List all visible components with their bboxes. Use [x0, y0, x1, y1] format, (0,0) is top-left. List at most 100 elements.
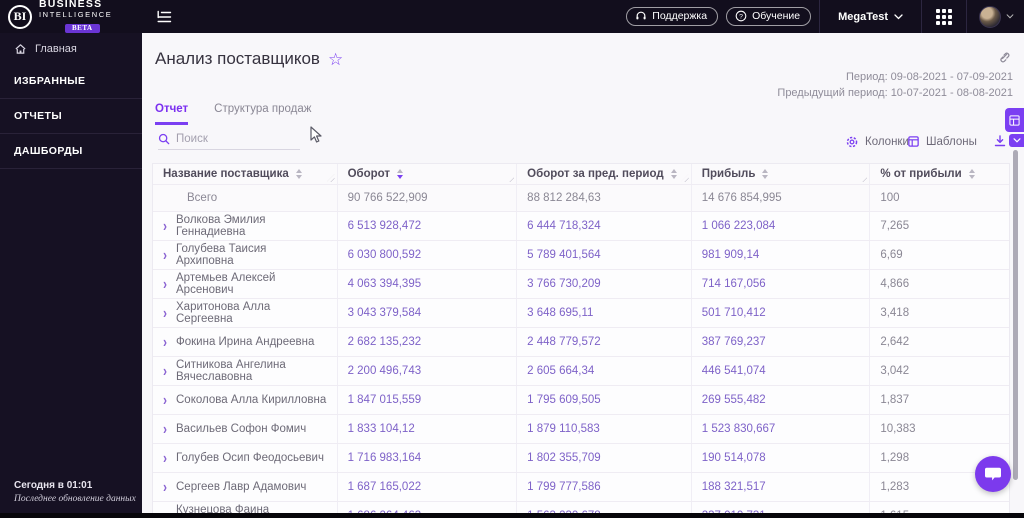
expand-chevron-icon[interactable]: › — [163, 334, 167, 350]
column-resize-handle[interactable] — [506, 174, 515, 182]
prev-turnover-value[interactable]: 5 789 401,564 — [527, 249, 601, 261]
sidebar-toggle-button[interactable] — [154, 7, 174, 27]
prev-turnover-value[interactable]: 1 795 609,505 — [527, 394, 601, 406]
sort-icon[interactable] — [762, 169, 769, 179]
vertical-scrollbar[interactable] — [1013, 150, 1018, 480]
table-row[interactable]: › Голубева Таисия Архиповна 6 030 800,59… — [153, 241, 1009, 270]
expand-chevron-icon[interactable]: › — [163, 479, 167, 495]
profit-value[interactable]: 269 555,482 — [702, 394, 766, 406]
expand-chevron-icon[interactable]: › — [163, 363, 167, 379]
profit-value[interactable]: 190 514,078 — [702, 452, 766, 464]
expand-chevron-icon[interactable]: › — [163, 305, 167, 321]
turnover-value[interactable]: 6 513 928,472 — [348, 220, 422, 232]
turnover-value[interactable]: 2 200 496,743 — [348, 365, 422, 377]
column-resize-handle[interactable] — [680, 174, 689, 182]
table-row[interactable]: › Харитонова Алла Сергеевна 3 043 379,58… — [153, 299, 1009, 328]
profit-pct-value: 6,69 — [880, 249, 903, 261]
prev-turnover-value[interactable]: 3 648 695,11 — [527, 307, 593, 319]
profit-value[interactable]: 714 167,056 — [702, 278, 766, 290]
prev-turnover-value[interactable]: 1 802 355,709 — [527, 452, 601, 464]
profit-value[interactable]: 387 769,237 — [702, 336, 766, 348]
column-header-turnover[interactable]: Оборот — [338, 164, 518, 184]
turnover-value[interactable]: 1 687 165,022 — [348, 481, 422, 493]
sort-icon[interactable] — [968, 169, 975, 179]
prev-turnover-value[interactable]: 3 766 730,209 — [527, 278, 601, 290]
turnover-value[interactable]: 3 043 379,584 — [348, 307, 422, 319]
templates-button[interactable]: Шаблоны — [907, 135, 977, 148]
turnover-value[interactable]: 1 847 015,559 — [348, 394, 422, 406]
expand-chevron-icon[interactable]: › — [163, 392, 167, 408]
sidebar: Главная ИЗБРАННЫЕ ОТЧЕТЫ ДАШБОРДЫ Сегодн… — [0, 33, 142, 518]
sidebar-item-home[interactable]: Главная — [0, 33, 142, 64]
table-row[interactable]: › Сергеев Лавр Адамович 1 687 165,022 1 … — [153, 473, 1009, 502]
turnover-value[interactable]: 1 833 104,12 — [348, 423, 415, 435]
columns-button[interactable]: Колонки — [845, 135, 909, 149]
profit-pct-value: 4,866 — [880, 278, 910, 290]
turnover-value[interactable]: 2 682 135,232 — [348, 336, 422, 348]
table-row[interactable]: › Артемьев Алексей Арсенович 4 063 394,3… — [153, 270, 1009, 299]
column-header-profit-pct[interactable]: % от прибыли — [870, 164, 1009, 184]
table-row[interactable]: › Голубев Осип Феодосьевич 1 716 983,164… — [153, 444, 1009, 473]
expand-chevron-icon[interactable]: › — [163, 421, 167, 437]
share-link-icon[interactable] — [997, 51, 1010, 64]
profit-value[interactable]: 1 066 223,084 — [702, 220, 776, 232]
profit-value[interactable]: 188 321,517 — [702, 481, 766, 493]
sidebar-item-favorites[interactable]: ИЗБРАННЫЕ — [0, 64, 142, 99]
pivot-panel-button[interactable] — [1005, 108, 1024, 132]
workspace-selector[interactable]: MegaTest — [820, 11, 921, 23]
table-toolbar: Колонки Шаблоны — [142, 129, 1024, 161]
prev-turnover-value[interactable]: 1 879 110,583 — [527, 423, 600, 435]
support-button[interactable]: Поддержка — [626, 7, 719, 26]
user-menu[interactable] — [967, 5, 1024, 28]
sort-icon[interactable] — [670, 169, 677, 179]
favorite-star-icon[interactable]: ☆ — [328, 51, 343, 68]
prev-turnover-value[interactable]: 2 448 779,572 — [527, 336, 601, 348]
tab-report[interactable]: Отчет — [155, 103, 189, 125]
sidebar-item-dashboards[interactable]: ДАШБОРДЫ — [0, 134, 142, 169]
chevron-down-icon — [894, 13, 903, 20]
app-logo[interactable]: BI BUSINESS INTELLIGENCE BETA — [0, 0, 142, 34]
logo-line1: BUSINESS — [39, 0, 103, 10]
expand-chevron-icon[interactable]: › — [163, 247, 167, 263]
collapse-panel-button[interactable] — [1009, 134, 1024, 147]
table-row[interactable]: › Васильев Софон Фомич 1 833 104,12 1 87… — [153, 415, 1009, 444]
tab-sales-structure[interactable]: Структура продаж — [214, 103, 311, 125]
profit-value[interactable]: 446 541,074 — [702, 365, 766, 377]
training-button[interactable]: ? Обучение — [726, 7, 812, 26]
profit-value[interactable]: 981 909,14 — [702, 249, 760, 261]
column-resize-handle[interactable] — [326, 174, 335, 182]
table-row[interactable]: › Фокина Ирина Андреевна 2 682 135,232 2… — [153, 328, 1009, 357]
sidebar-item-label: Главная — [35, 43, 77, 55]
logo-line2: INTELLIGENCE — [39, 9, 113, 19]
profit-pct-value: 1,837 — [880, 394, 910, 406]
main-content: Анализ поставщиков ☆ Период: 09-08-2021 … — [142, 33, 1024, 518]
topbar: BI BUSINESS INTELLIGENCE BETA Поддержка … — [0, 0, 1024, 33]
search-box[interactable] — [158, 133, 300, 150]
chat-widget-button[interactable] — [975, 456, 1011, 492]
apps-grid-button[interactable] — [922, 8, 966, 25]
turnover-value[interactable]: 4 063 394,395 — [348, 278, 422, 290]
turnover-value[interactable]: 1 716 983,164 — [348, 452, 422, 464]
prev-turnover-value[interactable]: 6 444 718,324 — [527, 220, 601, 232]
profit-value[interactable]: 501 710,412 — [702, 307, 766, 319]
column-header-supplier[interactable]: Название поставщика — [153, 164, 338, 184]
prev-turnover-value[interactable]: 1 799 777,586 — [527, 481, 601, 493]
table-row[interactable]: › Ситникова Ангелина Вячеславовна 2 200 … — [153, 357, 1009, 386]
sort-icon[interactable] — [295, 169, 302, 179]
sidebar-item-reports[interactable]: ОТЧЕТЫ — [0, 99, 142, 134]
turnover-value[interactable]: 6 030 800,592 — [348, 249, 422, 261]
table-row[interactable]: › Волкова Эмилия Геннадиевна 6 513 928,4… — [153, 212, 1009, 241]
profit-pct-value: 1,283 — [880, 481, 910, 493]
profit-pct-value: 1,298 — [880, 452, 910, 464]
expand-chevron-icon[interactable]: › — [163, 218, 167, 234]
expand-chevron-icon[interactable]: › — [163, 276, 167, 292]
profit-value[interactable]: 1 523 830,667 — [702, 423, 776, 435]
search-input[interactable] — [176, 133, 286, 145]
expand-chevron-icon[interactable]: › — [163, 450, 167, 466]
column-header-prev-turnover[interactable]: Оборот за пред. период — [517, 164, 692, 184]
column-header-profit[interactable]: Прибыль — [692, 164, 871, 184]
column-resize-handle[interactable] — [859, 174, 868, 182]
sort-icon-active[interactable] — [397, 169, 404, 179]
table-row[interactable]: › Соколова Алла Кирилловна 1 847 015,559… — [153, 386, 1009, 415]
prev-turnover-value[interactable]: 2 605 664,34 — [527, 365, 594, 377]
